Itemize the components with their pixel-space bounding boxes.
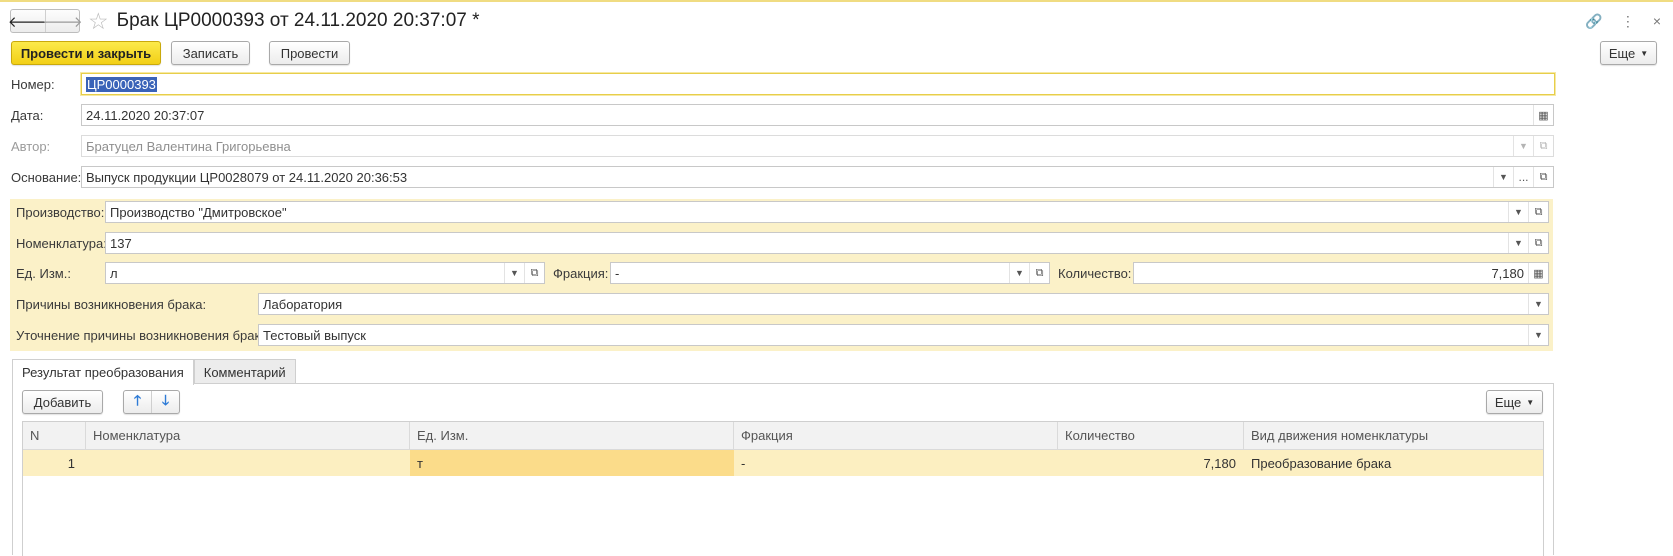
- defect-reason-detail-label: Уточнение причины возникновения брака:: [16, 328, 272, 343]
- move-buttons: 🡑 🡓: [123, 390, 180, 414]
- defect-reason-detail-field[interactable]: Тестовый выпуск ▼: [258, 324, 1549, 346]
- more-vertical-icon[interactable]: ⋮: [1621, 13, 1635, 30]
- fraction-field[interactable]: - ▼ ⧉: [610, 262, 1050, 284]
- chevron-down-icon[interactable]: ▼: [1508, 202, 1528, 222]
- window-top-border: [0, 0, 1673, 2]
- column-header-unit[interactable]: Ед. Изм.: [410, 422, 734, 449]
- table-row[interactable]: 1 т - 7,180 Преобразование брака: [23, 450, 1543, 476]
- chevron-down-icon: ▼: [1513, 136, 1533, 156]
- table-header: N Номенклатура Ед. Изм. Фракция Количест…: [23, 422, 1543, 450]
- move-down-icon[interactable]: 🡓: [151, 391, 179, 413]
- author-value: Братуцел Валентина Григорьевна: [86, 138, 291, 154]
- production-field[interactable]: Производство "Дмитровское" ▼ ⧉: [105, 201, 1549, 223]
- add-row-button[interactable]: Добавить: [22, 390, 103, 414]
- conversion-table: N Номенклатура Ед. Изм. Фракция Количест…: [22, 421, 1544, 556]
- title-tools: 🔗 ⋮ ×: [1585, 13, 1663, 30]
- fraction-label: Фракция:: [553, 266, 609, 281]
- select-button[interactable]: ...: [1513, 167, 1533, 187]
- defect-reason-detail-value: Тестовый выпуск: [263, 327, 366, 343]
- column-header-n[interactable]: N: [23, 422, 86, 449]
- post-and-close-button[interactable]: Провести и закрыть: [11, 41, 161, 65]
- unit-label: Ед. Изм.:: [16, 266, 71, 281]
- chevron-down-icon[interactable]: ▼: [1508, 233, 1528, 253]
- cell-n[interactable]: 1: [23, 450, 86, 476]
- date-label: Дата:: [11, 108, 44, 123]
- cell-movement-type[interactable]: Преобразование брака: [1244, 450, 1543, 476]
- open-icon[interactable]: ⧉: [1029, 263, 1049, 283]
- basis-field[interactable]: Выпуск продукции ЦР0028079 от 24.11.2020…: [81, 166, 1554, 188]
- cell-unit[interactable]: т: [410, 450, 734, 476]
- arrow-right-icon[interactable]: 🡒: [42, 10, 83, 32]
- more-button[interactable]: Еще ▼: [1600, 41, 1657, 65]
- star-icon[interactable]: ☆: [88, 9, 109, 33]
- nomenclature-label: Номенклатура:: [16, 236, 107, 251]
- nomenclature-value: 137: [110, 235, 132, 251]
- tab-conversion-result[interactable]: Результат преобразования: [12, 359, 194, 385]
- quantity-value: 7,180: [1491, 265, 1524, 281]
- link-icon[interactable]: 🔗: [1585, 13, 1602, 30]
- open-icon[interactable]: ⧉: [524, 263, 544, 283]
- basis-value: Выпуск продукции ЦР0028079 от 24.11.2020…: [86, 169, 408, 185]
- chevron-down-icon[interactable]: ▼: [1528, 294, 1548, 314]
- open-icon[interactable]: ⧉: [1528, 233, 1548, 253]
- cell-quantity[interactable]: 7,180: [1058, 450, 1244, 476]
- defect-reason-label: Причины возникновения брака:: [16, 297, 207, 312]
- column-header-nomenclature[interactable]: Номенклатура: [86, 422, 410, 449]
- command-bar: Провести и закрыть Записать Провести Еще…: [11, 41, 1657, 65]
- chevron-down-icon: ▼: [1640, 48, 1649, 58]
- open-icon[interactable]: ⧉: [1533, 167, 1553, 187]
- unit-value: л: [110, 265, 118, 281]
- chevron-down-icon[interactable]: ▼: [1493, 167, 1513, 187]
- chevron-down-icon[interactable]: ▼: [1009, 263, 1029, 283]
- nomenclature-field[interactable]: 137 ▼ ⧉: [105, 232, 1549, 254]
- production-label: Производство:: [16, 205, 105, 220]
- column-header-fraction[interactable]: Фракция: [734, 422, 1058, 449]
- arrow-left-icon[interactable]: 🡐: [8, 10, 48, 32]
- chevron-down-icon[interactable]: ▼: [1528, 325, 1548, 345]
- tab-panel: Добавить 🡑 🡓 Еще ▼ N Номенклатура Ед. Изм…: [12, 383, 1554, 556]
- defect-reason-field[interactable]: Лаборатория ▼: [258, 293, 1549, 315]
- chevron-down-icon: ▼: [1526, 397, 1535, 407]
- open-icon[interactable]: ⧉: [1533, 136, 1553, 156]
- post-button[interactable]: Провести: [269, 41, 350, 65]
- page-title: Брак ЦР0000393 от 24.11.2020 20:37:07 *: [116, 10, 480, 31]
- move-up-icon[interactable]: 🡑: [124, 391, 151, 413]
- production-value: Производство "Дмитровское": [110, 204, 287, 220]
- number-label: Номер:: [11, 77, 55, 92]
- defect-reason-value: Лаборатория: [263, 296, 343, 312]
- tab-comment[interactable]: Комментарий: [193, 359, 296, 384]
- unit-field[interactable]: л ▼ ⧉: [105, 262, 545, 284]
- number-field[interactable]: ЦР0000393: [81, 73, 1555, 95]
- table-more-label: Еще: [1494, 394, 1522, 410]
- column-header-quantity[interactable]: Количество: [1058, 422, 1244, 449]
- cell-fraction[interactable]: -: [734, 450, 1058, 476]
- quantity-field[interactable]: 7,180 ▦: [1133, 262, 1549, 284]
- open-icon[interactable]: ⧉: [1528, 202, 1548, 222]
- save-button[interactable]: Записать: [171, 41, 250, 65]
- fraction-value: -: [615, 265, 620, 281]
- column-header-movement-type[interactable]: Вид движения номенклатуры: [1244, 422, 1543, 449]
- chevron-down-icon[interactable]: ▼: [504, 263, 524, 283]
- number-field-text: ЦР0000393: [82, 76, 1554, 92]
- title-bar: 🡐 🡒 ☆ Брак ЦР0000393 от 24.11.2020 20:37…: [8, 8, 1663, 34]
- date-value: 24.11.2020 20:37:07: [86, 107, 205, 123]
- number-value: ЦР0000393: [86, 76, 157, 92]
- more-button-label: Еще: [1608, 45, 1636, 61]
- calendar-icon[interactable]: ▦: [1533, 105, 1553, 125]
- tab-strip: Результат преобразования Комментарий: [12, 359, 296, 385]
- author-label: Автор:: [11, 139, 51, 154]
- calculator-icon[interactable]: ▦: [1528, 263, 1548, 283]
- close-icon[interactable]: ×: [1653, 13, 1661, 29]
- table-more-button[interactable]: Еще ▼: [1486, 390, 1543, 414]
- quantity-label: Количество:: [1058, 266, 1132, 281]
- basis-label: Основание:: [11, 170, 82, 185]
- author-field: Братуцел Валентина Григорьевна ▼ ⧉: [81, 135, 1554, 157]
- cell-nomenclature[interactable]: [86, 450, 410, 476]
- date-field[interactable]: 24.11.2020 20:37:07 ▦: [81, 104, 1554, 126]
- navigation-buttons: 🡐 🡒: [8, 9, 83, 33]
